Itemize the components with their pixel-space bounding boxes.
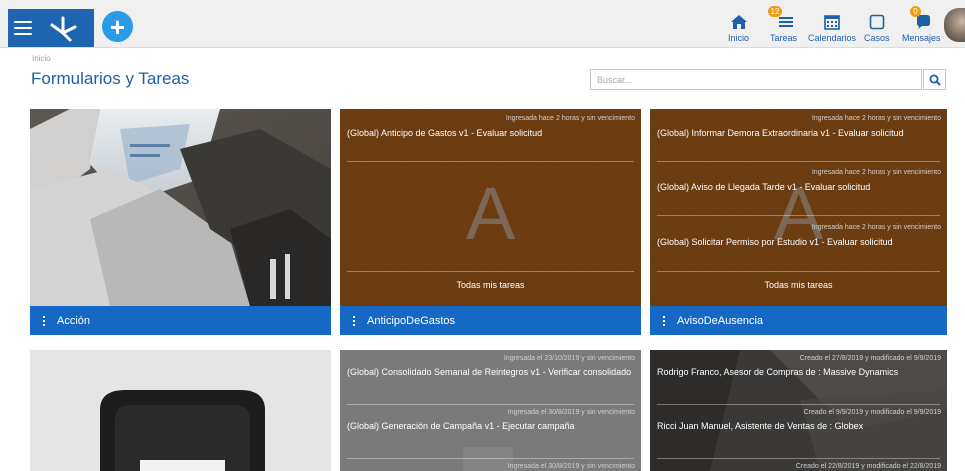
- case-icon: [869, 8, 885, 30]
- calendar-icon: [824, 8, 840, 30]
- hamburger-icon[interactable]: [14, 21, 32, 35]
- task-title: (Global) Generación de Campaña v1 - Ejec…: [347, 421, 575, 431]
- nav-calendars[interactable]: Calendarios: [808, 8, 856, 43]
- divider: [347, 271, 634, 272]
- nav-label: Mensajes: [902, 33, 941, 43]
- task-title: (Global) Aviso de Llegada Tarde v1 - Eva…: [657, 182, 871, 192]
- task-title: (Global) Consolidado Semanal de Reintegr…: [347, 367, 632, 377]
- card-title: AvisoDeAusencia: [677, 314, 764, 327]
- card-letter: A: [465, 172, 516, 255]
- all-tasks-link[interactable]: Todas mis tareas: [650, 280, 947, 290]
- nav-label: Inicio: [728, 33, 750, 43]
- tasks-badge: 12: [767, 6, 783, 17]
- card-aviso-de-ausencia[interactable]: A Ingresada hace 2 horas y sin vencimien…: [650, 109, 947, 335]
- add-button[interactable]: +: [102, 11, 133, 42]
- messages-badge: 0: [910, 6, 921, 17]
- card-cases[interactable]: Creado el 27/8/2019 y modificado el 9/9/…: [650, 350, 947, 471]
- tasks-icon: 12: [767, 6, 795, 30]
- card-photo: [30, 350, 331, 471]
- divider: [657, 271, 940, 272]
- search-button[interactable]: [923, 69, 946, 90]
- home-icon: [730, 8, 748, 30]
- nav-label: Casos: [864, 33, 890, 43]
- task-title: (Global) Anticipo de Gastos v1 - Evaluar…: [347, 128, 543, 138]
- task-meta: Ingresada hace 2 horas y sin vencimiento: [811, 169, 941, 176]
- nav-label: Calendarios: [808, 33, 857, 43]
- breadcrumb[interactable]: Inicio: [32, 54, 51, 63]
- task-meta: Ingresada hace 2 horas y sin vencimiento: [505, 115, 635, 122]
- logo-icon: [50, 16, 77, 42]
- task-meta: Ingresada hace 2 horas y sin vencimiento: [811, 224, 941, 231]
- card-photo-office[interactable]: [30, 350, 331, 471]
- divider: [347, 404, 634, 405]
- case-meta: Creado el 9/9/2019 y modificado el 9/9/2…: [803, 409, 941, 416]
- task-title: (Global) Informar Demora Extraordinaria …: [657, 128, 904, 138]
- kebab-icon[interactable]: [663, 315, 665, 326]
- case-meta: Creado el 22/8/2019 y modificado el 22/8…: [795, 463, 941, 470]
- divider: [657, 404, 940, 405]
- top-bar: + Inicio 12 Tareas Calendarios Casos 0 M…: [0, 0, 965, 48]
- page-title: Formularios y Tareas: [31, 69, 190, 88]
- messages-icon: 0: [910, 6, 931, 30]
- nav-home[interactable]: Inicio: [728, 8, 749, 43]
- card-gray-tasks[interactable]: Ingresada el 23/10/2019 y sin vencimient…: [340, 350, 641, 471]
- case-title: Rodrigo Franco, Asesor de Compras de : M…: [657, 367, 899, 377]
- main-menu-button[interactable]: [8, 9, 94, 47]
- divider: [657, 161, 940, 162]
- card-footer[interactable]: AnticipoDeGastos: [340, 306, 641, 335]
- task-title: (Global) Solicitar Permiso por Estudio v…: [657, 237, 893, 247]
- card-footer[interactable]: AvisoDeAusencia: [650, 306, 947, 335]
- card-anticipo-de-gastos[interactable]: A Ingresada hace 2 horas y sin vencimien…: [340, 109, 641, 335]
- nav-messages[interactable]: 0 Mensajes: [902, 6, 941, 43]
- divider: [347, 458, 634, 459]
- divider: [347, 161, 634, 162]
- divider: [657, 215, 940, 216]
- nav-label: Tareas: [770, 33, 798, 43]
- card-accion[interactable]: Acción: [30, 109, 331, 335]
- nav-tasks[interactable]: 12 Tareas: [767, 6, 798, 43]
- card-footer[interactable]: Acción: [30, 306, 331, 335]
- card-title: AnticipoDeGastos: [367, 314, 456, 327]
- kebab-icon[interactable]: [43, 315, 45, 326]
- task-meta: Ingresada el 30/8/2019 y sin vencimiento: [507, 409, 635, 416]
- nav-cases[interactable]: Casos: [864, 8, 890, 43]
- task-meta: Ingresada el 30/8/2019 y sin vencimiento: [507, 463, 635, 470]
- card-title: Acción: [57, 314, 91, 327]
- search-input[interactable]: [590, 69, 922, 90]
- task-meta: Ingresada el 23/10/2019 y sin vencimient…: [503, 355, 635, 362]
- task-meta: Ingresada hace 2 horas y sin vencimiento: [811, 115, 941, 122]
- avatar[interactable]: [944, 8, 965, 42]
- kebab-icon[interactable]: [353, 315, 355, 326]
- search-icon: [929, 74, 941, 86]
- card-photo: [30, 109, 331, 306]
- all-tasks-link[interactable]: Todas mis tareas: [340, 280, 641, 290]
- case-title: Ricci Juan Manuel, Asistente de Ventas d…: [657, 421, 864, 431]
- case-meta: Creado el 27/8/2019 y modificado el 9/9/…: [799, 355, 941, 362]
- divider: [657, 458, 940, 459]
